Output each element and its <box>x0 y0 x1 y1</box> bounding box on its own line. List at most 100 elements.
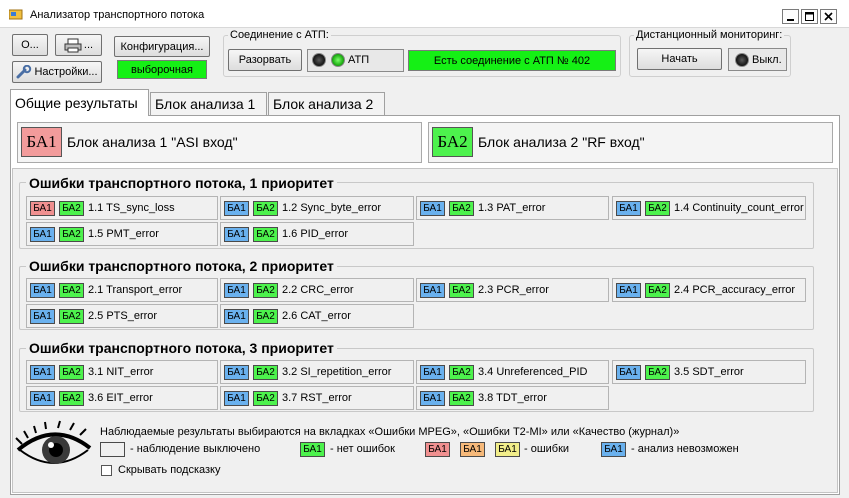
ba1-badge: БА1 <box>30 390 55 406</box>
ba1-badge: БА1 <box>224 364 249 380</box>
print-button[interactable]: ... <box>55 34 102 56</box>
analysis-block-1-badge: БА1 <box>21 127 62 157</box>
config-button[interactable]: Конфигурация... <box>114 36 210 57</box>
legend-ok-text: - нет ошибок <box>330 443 395 455</box>
error-label: 3.8 TDT_error <box>478 392 547 404</box>
error-item-3-6: БА1 БА2 3.6 EIT_error <box>26 386 218 410</box>
led-icon <box>312 53 326 67</box>
tab-label: Блок анализа 1 <box>155 96 256 112</box>
error-item-1-2: БА1 БА2 1.2 Sync_byte_error <box>220 196 414 220</box>
badge-text: БА1 <box>26 132 57 151</box>
about-button[interactable]: О... <box>12 34 48 56</box>
analysis-block-2-label: Блок анализа 2 "RF вход" <box>478 134 645 150</box>
tab-general-results[interactable]: Общие результаты <box>10 89 149 116</box>
error-label: 1.1 TS_sync_loss <box>88 202 175 214</box>
error-item-3-7: БА1 БА2 3.7 RST_error <box>220 386 414 410</box>
ba1-badge: БА1 <box>224 226 249 242</box>
error-label: 2.4 PCR_accuracy_error <box>674 284 796 296</box>
settings-label: Настройки... <box>34 66 98 78</box>
error-item-3-5: БА1 БА2 3.5 SDT_error <box>612 360 806 384</box>
error-item-1-1: БА1 БА2 1.1 TS_sync_loss <box>26 196 218 220</box>
ba1-badge: БА1 <box>616 364 641 380</box>
connection-status: Есть соединение с АТП № 402 <box>408 50 616 71</box>
close-button[interactable] <box>820 9 837 24</box>
error-item-2-2: БА1 БА2 2.2 CRC_error <box>220 278 414 302</box>
ba1-badge: БА1 <box>420 364 445 380</box>
close-icon <box>824 12 833 21</box>
analysis-block-2-badge: БА2 <box>432 127 473 157</box>
led-icon <box>735 53 749 67</box>
ba1-badge: БА1 <box>616 282 641 298</box>
error-item-1-4: БА1 БА2 1.4 Continuity_count_error <box>612 196 806 220</box>
atp-label: АТП <box>348 54 370 66</box>
error-label: 1.5 PMT_error <box>88 228 159 240</box>
legend-na-text: - анализ невозможен <box>631 443 739 455</box>
ba2-badge: БА2 <box>253 390 278 406</box>
legend-error-badge-red: БА1 <box>425 442 450 457</box>
priority-1-title: Ошибки транспортного потока, 1 приоритет <box>26 175 337 191</box>
ba1-badge: БА1 <box>30 200 55 216</box>
legend-na-badge: БА1 <box>601 442 626 457</box>
error-label: 1.4 Continuity_count_error <box>674 202 804 214</box>
legend-off-swatch <box>100 442 125 457</box>
error-item-3-4: БА1 БА2 3.4 Unreferenced_PID <box>416 360 609 384</box>
error-item-1-5: БА1 БА2 1.5 PMT_error <box>26 222 218 246</box>
tab-analysis-block-2[interactable]: Блок анализа 2 <box>268 92 385 115</box>
badge-text: БА2 <box>437 132 468 151</box>
error-label: 1.2 Sync_byte_error <box>282 202 382 214</box>
maximize-button[interactable] <box>801 9 818 24</box>
led-icon <box>331 53 345 67</box>
error-label: 2.1 Transport_error <box>88 284 183 296</box>
window-title: Анализатор транспортного потока <box>30 9 205 21</box>
disconnect-button[interactable]: Разорвать <box>228 49 302 71</box>
error-item-3-2: БА1 БА2 3.2 SI_repetition_error <box>220 360 414 384</box>
error-item-2-3: БА1 БА2 2.3 PCR_error <box>416 278 609 302</box>
error-label: 3.5 SDT_error <box>674 366 744 378</box>
print-label: ... <box>83 39 94 51</box>
error-label: 1.6 PID_error <box>282 228 349 240</box>
monitoring-group-label: Дистанционный мониторинг: <box>634 29 785 41</box>
settings-button[interactable]: Настройки... <box>12 61 102 83</box>
error-label: 1.3 PAT_error <box>478 202 546 214</box>
ba1-badge: БА1 <box>224 282 249 298</box>
error-item-2-5: БА1 БА2 2.5 PTS_error <box>26 304 218 328</box>
start-monitoring-button[interactable]: Начать <box>637 48 722 70</box>
legend-off-text: - наблюдение выключено <box>130 443 261 455</box>
tab-analysis-block-1[interactable]: Блок анализа 1 <box>150 92 267 115</box>
ba2-badge: БА2 <box>253 308 278 324</box>
hide-hint-label: Скрывать подсказку <box>118 464 221 476</box>
error-item-2-1: БА1 БА2 2.1 Transport_error <box>26 278 218 302</box>
hide-hint-checkbox[interactable] <box>101 465 112 476</box>
disconnect-label: Разорвать <box>238 54 292 66</box>
tab-label: Общие результаты <box>15 95 138 111</box>
ba2-badge: БА2 <box>645 200 670 216</box>
ba2-badge: БА2 <box>253 282 278 298</box>
error-label: 3.7 RST_error <box>282 392 352 404</box>
legend-hint: Наблюдаемые результаты выбираются на вкл… <box>100 426 680 438</box>
monitoring-state-label: Выкл. <box>752 54 782 66</box>
minimize-icon <box>787 19 794 21</box>
ba1-badge: БА1 <box>224 390 249 406</box>
error-label: 2.2 CRC_error <box>282 284 354 296</box>
ba1-badge: БА1 <box>224 200 249 216</box>
ba2-badge: БА2 <box>449 364 474 380</box>
error-item-1-6: БА1 БА2 1.6 PID_error <box>220 222 414 246</box>
ba1-badge: БА1 <box>616 200 641 216</box>
error-item-2-4: БА1 БА2 2.4 PCR_accuracy_error <box>612 278 806 302</box>
ba1-badge: БА1 <box>30 226 55 242</box>
ba2-badge: БА2 <box>449 390 474 406</box>
ba2-badge: БА2 <box>59 226 84 242</box>
ba2-badge: БА2 <box>449 282 474 298</box>
tab-label: Блок анализа 2 <box>273 96 374 112</box>
config-label: Конфигурация... <box>120 40 204 53</box>
priority-3-title: Ошибки транспортного потока, 3 приоритет <box>26 340 337 356</box>
error-label: 2.6 CAT_error <box>282 310 351 322</box>
error-item-3-8: БА1 БА2 3.8 TDT_error <box>416 386 609 410</box>
minimize-button[interactable] <box>782 9 799 24</box>
error-label: 3.4 Unreferenced_PID <box>478 366 588 378</box>
ba2-badge: БА2 <box>59 282 84 298</box>
ba2-badge: БА2 <box>253 364 278 380</box>
priority-2-title: Ошибки транспортного потока, 2 приоритет <box>26 258 337 274</box>
ba2-badge: БА2 <box>645 364 670 380</box>
error-label: 3.6 EIT_error <box>88 392 153 404</box>
